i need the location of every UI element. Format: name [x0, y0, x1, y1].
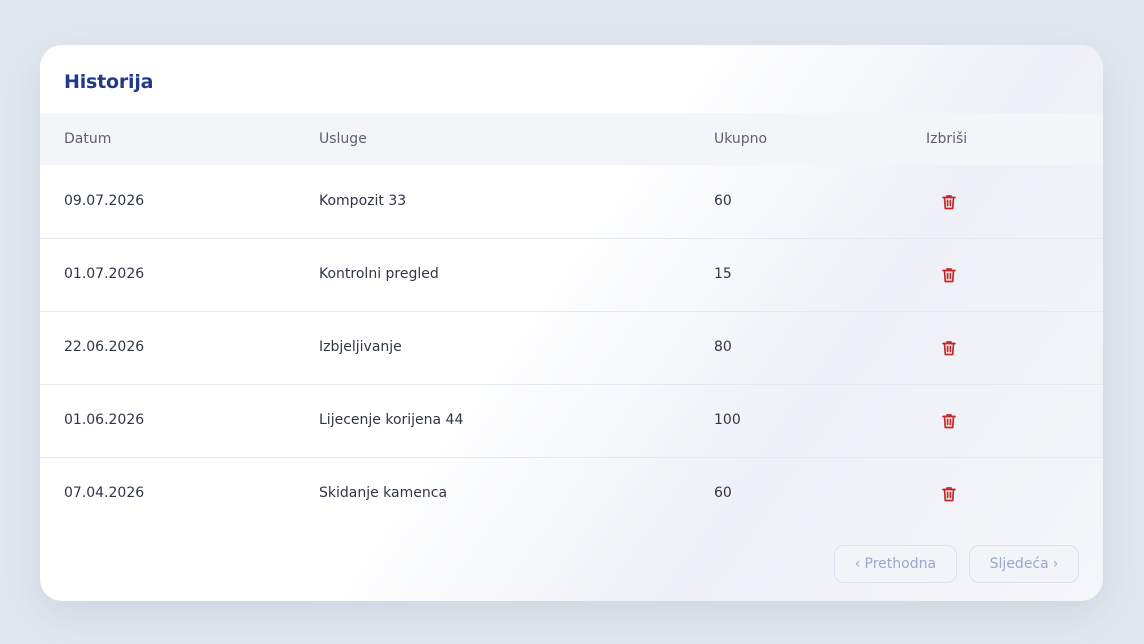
previous-page-label: Prethodna	[864, 556, 937, 572]
trash-icon[interactable]	[939, 265, 959, 285]
row-total: 15	[714, 266, 732, 282]
row-service: Izbjeljivanje	[319, 339, 402, 355]
row-service: Skidanje kamenca	[319, 485, 448, 501]
table-row: 01.06.2026 Lijecenje korijena 44 100	[40, 384, 1103, 458]
row-date: 09.07.2026	[64, 193, 145, 209]
table-row: 07.04.2026 Skidanje kamenca 60	[40, 457, 1103, 530]
table-row: 01.07.2026 Kontrolni pregled 15	[40, 238, 1103, 312]
row-date: 01.06.2026	[64, 412, 145, 428]
column-header-date: Datum	[64, 131, 112, 147]
trash-icon[interactable]	[939, 192, 959, 212]
trash-icon[interactable]	[939, 484, 959, 504]
table-header: Datum Usluge Ukupno Izbriši	[40, 113, 1103, 165]
next-page-label: Sljedeća	[989, 556, 1049, 572]
row-service: Lijecenje korijena 44	[319, 412, 464, 428]
chevron-right-icon: ›	[1052, 556, 1059, 572]
row-service: Kontrolni pregled	[319, 266, 439, 282]
column-header-services: Usluge	[319, 131, 367, 147]
table-row: 09.07.2026 Kompozit 33 60	[40, 165, 1103, 239]
column-header-delete: Izbriši	[926, 131, 968, 147]
previous-page-button[interactable]: ‹ Prethodna	[834, 545, 957, 583]
next-page-button[interactable]: Sljedeća ›	[969, 545, 1079, 583]
row-date: 01.07.2026	[64, 266, 145, 282]
trash-icon[interactable]	[939, 338, 959, 358]
column-header-total: Ukupno	[714, 131, 768, 147]
row-total: 60	[714, 485, 732, 501]
table-row: 22.06.2026 Izbjeljivanje 80	[40, 311, 1103, 385]
row-service: Kompozit 33	[319, 193, 407, 209]
history-card: Historija Datum Usluge Ukupno Izbriši 09…	[40, 45, 1103, 601]
row-total: 60	[714, 193, 732, 209]
row-date: 07.04.2026	[64, 485, 145, 501]
row-total: 100	[714, 412, 741, 428]
row-total: 80	[714, 339, 732, 355]
trash-icon[interactable]	[939, 411, 959, 431]
chevron-left-icon: ‹	[854, 556, 861, 572]
row-date: 22.06.2026	[64, 339, 145, 355]
page-title: Historija	[64, 71, 154, 93]
